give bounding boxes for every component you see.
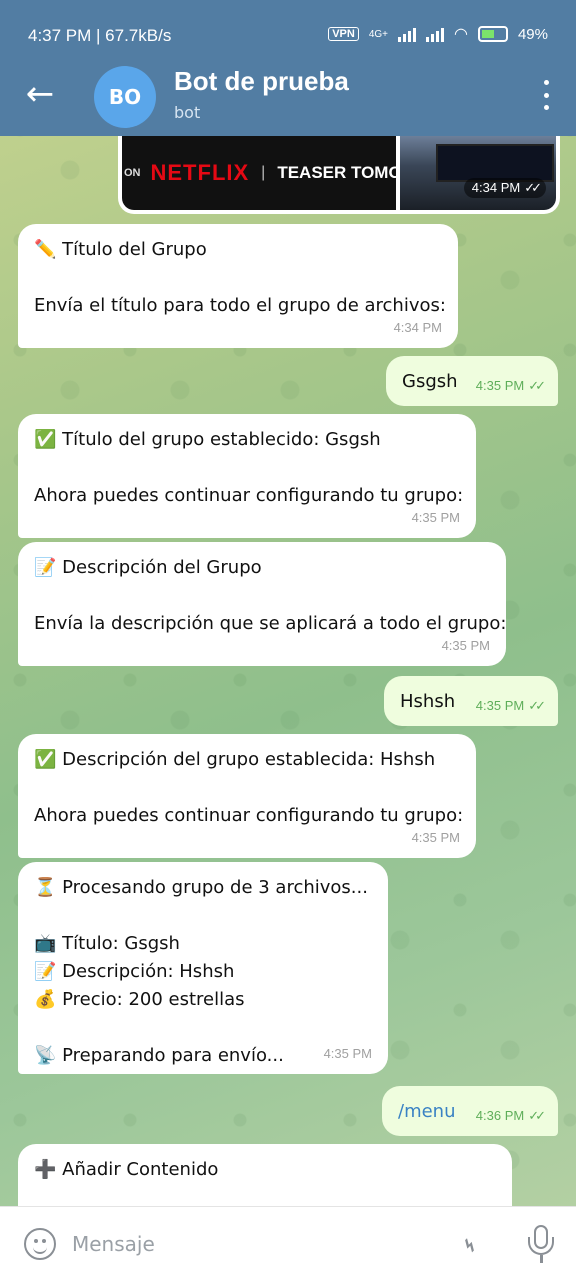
wifi-icon: ◠	[454, 26, 468, 43]
media-group[interactable]: ON NETFLIX | TEASER TOMORR 4:34 PM✓✓	[118, 136, 560, 214]
message-composer: ⌁	[0, 1206, 576, 1280]
read-checks-icon: ✓✓	[528, 698, 546, 713]
message-bubble-outgoing[interactable]: Gsgsh 4:35 PM ✓✓	[386, 356, 558, 406]
vpn-icon: VPN	[328, 27, 359, 41]
read-checks-icon: ✓✓	[528, 1108, 546, 1123]
message-line: Envía el título para todo el grupo de ar…	[34, 295, 446, 316]
message-line: 📡 Preparando para envío...	[34, 1045, 284, 1066]
message-line: ✅ Descripción del grupo establecida: Hsh…	[34, 749, 436, 770]
message-bubble[interactable]: ⏳ Procesando grupo de 3 archivos... 📺 Tí…	[18, 862, 388, 1074]
status-icons: VPN 4G+ ◠ 49%	[328, 24, 548, 44]
message-line: Ahora puedes continuar configurando tu g…	[34, 485, 464, 506]
message-time: 4:34 PM	[393, 320, 442, 335]
avatar-initials: BO	[108, 85, 142, 109]
media-time: 4:34 PM	[471, 180, 521, 195]
thumb-prefix-text: ON	[124, 167, 141, 179]
message-time: 4:35 PM ✓✓	[475, 698, 546, 713]
message-line: ✅ Título del grupo establecido: Gsgsh	[34, 429, 381, 450]
tv-image	[436, 144, 554, 182]
message-time: 4:35 PM	[323, 1046, 372, 1061]
avatar[interactable]: BO	[94, 66, 156, 128]
message-time: 4:35 PM	[441, 638, 490, 653]
message-bubble[interactable]: ✏️ Título del Grupo Envía el título para…	[18, 224, 458, 348]
message-bubble-outgoing[interactable]: Hshsh 4:35 PM ✓✓	[384, 676, 558, 726]
network-type: 4G+	[368, 28, 388, 40]
back-arrow-icon[interactable]: ←	[20, 74, 60, 118]
message-time: 4:35 PM ✓✓	[475, 378, 546, 393]
message-line: Ahora puedes continuar configurando tu g…	[34, 805, 464, 826]
battery-level: 49%	[517, 25, 548, 43]
emoji-icon[interactable]	[24, 1228, 56, 1260]
message-line: 📝 Descripción: Hshsh	[34, 961, 235, 982]
message-line: 📝 Descripción del Grupo	[34, 557, 262, 578]
media-timestamp: 4:34 PM ✓✓	[463, 178, 546, 198]
thumb-teaser-text: TEASER TOMORR	[277, 163, 396, 182]
message-line: Envía la descripción que se aplicará a t…	[34, 613, 507, 634]
message-bubble-outgoing[interactable]: /menu 4:36 PM ✓✓	[382, 1086, 558, 1136]
read-checks-icon: ✓✓	[528, 378, 546, 393]
message-bubble[interactable]: ✅ Descripción del grupo establecida: Hsh…	[18, 734, 476, 858]
chat-title[interactable]: Bot de prueba	[174, 66, 349, 97]
message-line: ✏️ Título del Grupo	[34, 239, 207, 260]
chat-subtitle: bot	[174, 103, 201, 122]
message-line: ⏳ Procesando grupo de 3 archivos...	[34, 877, 368, 898]
netflix-logo-text: NETFLIX	[150, 160, 250, 185]
read-checks-icon: ✓✓	[524, 180, 542, 195]
photo-thumbnail-tv[interactable]: 4:34 PM ✓✓	[400, 136, 556, 210]
message-bubble[interactable]: ✅ Título del grupo establecido: Gsgsh Ah…	[18, 414, 476, 538]
signal-icon-2	[426, 26, 444, 42]
more-vert-icon[interactable]	[538, 80, 554, 110]
video-thumbnail-netflix[interactable]: ON NETFLIX | TEASER TOMORR	[122, 136, 396, 210]
battery-icon	[477, 26, 508, 42]
signal-icon	[398, 26, 416, 42]
message-input[interactable]	[72, 1227, 412, 1261]
message-line: ➕ Añadir Contenido	[34, 1159, 219, 1180]
app-bar: 4:37 PM | 67.7kB/s VPN 4G+ ◠ 49% ← BO Bo…	[0, 0, 576, 136]
message-bubble[interactable]: 📝 Descripción del Grupo Envía la descrip…	[18, 542, 506, 666]
thumb-separator: |	[261, 164, 266, 181]
message-time: 4:35 PM	[411, 510, 460, 525]
microphone-icon[interactable]	[524, 1225, 558, 1265]
status-bar: 4:37 PM | 67.7kB/s VPN 4G+ ◠ 49%	[0, 0, 576, 56]
paperclip-icon[interactable]: ⌁	[445, 1220, 496, 1271]
message-line: 💰 Precio: 200 estrellas	[34, 989, 245, 1010]
status-time: 4:37 PM | 67.7kB/s	[28, 26, 172, 45]
message-time: 4:36 PM ✓✓	[475, 1108, 546, 1123]
message-time: 4:35 PM	[411, 830, 460, 845]
message-line: 📺 Título: Gsgsh	[34, 933, 180, 954]
